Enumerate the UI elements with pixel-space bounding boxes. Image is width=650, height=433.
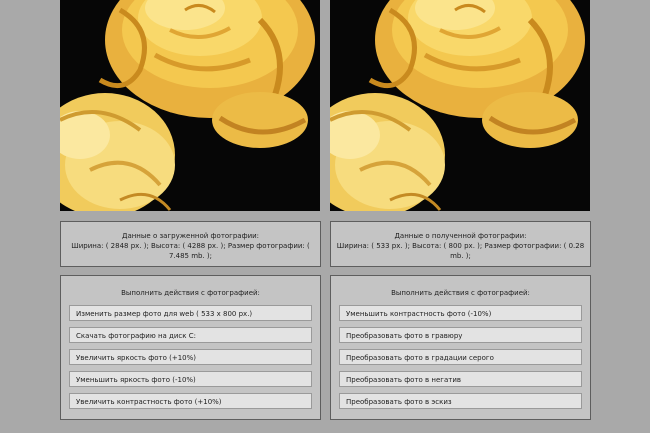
info-title: Данные о полученной фотографии: — [394, 232, 527, 240]
actions-title: Выполнить действия с фотографией: — [121, 289, 260, 297]
negative-button[interactable]: Преобразовать фото в негатив — [339, 371, 582, 387]
engraving-button[interactable]: Преобразовать фото в гравюру — [339, 327, 582, 343]
grayscale-button[interactable]: Преобразовать фото в градации серого — [339, 349, 582, 365]
rose-image — [60, 0, 320, 211]
increase-brightness-button[interactable]: Увеличить яркость фото (+10%) — [69, 349, 312, 365]
result-photo-info-panel: Данные о полученной фотографии: Ширина: … — [330, 221, 591, 267]
info-details: Ширина: ( 533 px. ); Высота: ( 800 px. )… — [336, 242, 585, 260]
info-details: Ширина: ( 2848 px. ); Высота: ( 4288 px.… — [71, 242, 310, 260]
rose-image — [330, 0, 590, 211]
sketch-button[interactable]: Преобразовать фото в эскиз — [339, 393, 582, 409]
increase-contrast-button[interactable]: Увеличить контрастность фото (+10%) — [69, 393, 312, 409]
actions-title: Выполнить действия с фотографией: — [391, 289, 530, 297]
result-photo — [330, 0, 590, 211]
download-photo-button[interactable]: Скачать фотографию на диск С: — [69, 327, 312, 343]
left-actions-panel: Выполнить действия с фотографией: Измени… — [60, 275, 321, 420]
right-actions-panel: Выполнить действия с фотографией: Уменьш… — [330, 275, 591, 420]
resize-for-web-button[interactable]: Изменить размер фото для web ( 533 x 800… — [69, 305, 312, 321]
decrease-brightness-button[interactable]: Уменьшить яркость фото (-10%) — [69, 371, 312, 387]
info-title: Данные о загруженной фотографии: — [121, 232, 260, 240]
uploaded-photo — [60, 0, 320, 211]
uploaded-photo-info-panel: Данные о загруженной фотографии: Ширина:… — [60, 221, 321, 267]
decrease-contrast-button[interactable]: Уменьшить контрастность фото (-10%) — [339, 305, 582, 321]
